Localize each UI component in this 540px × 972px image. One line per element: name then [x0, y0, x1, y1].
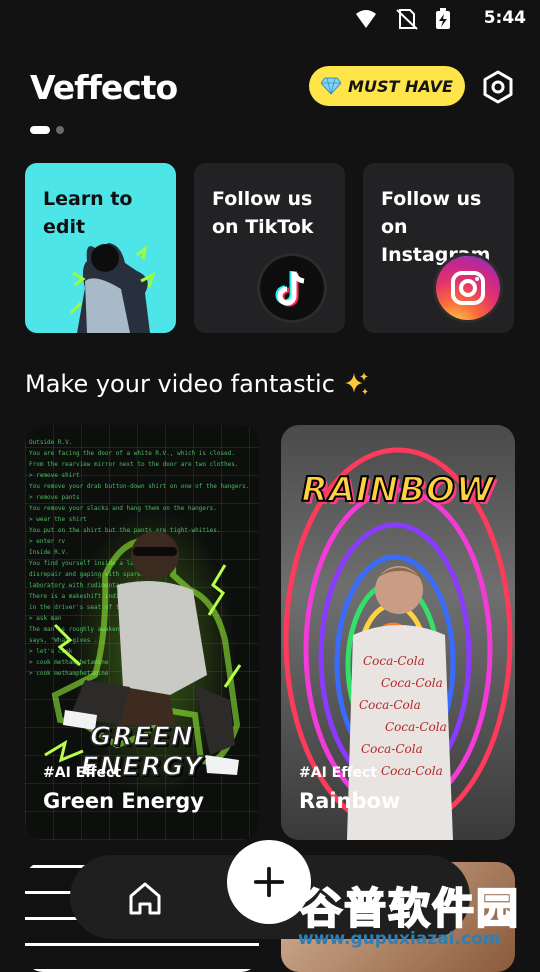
card-label: Follow us on TikTok: [212, 188, 314, 238]
svg-text:Coca-Cola: Coca-Cola: [363, 654, 425, 668]
instagram-icon: [436, 256, 500, 320]
status-bar: 5:44: [0, 0, 540, 36]
effect-card-rainbow[interactable]: Coca-Cola Coca-Cola Coca-Cola Coca-Cola …: [281, 425, 515, 840]
must-have-button[interactable]: MUST HAVE: [309, 66, 465, 106]
diamond-icon: [321, 77, 342, 95]
effect-tag: #AI Effect: [299, 765, 378, 781]
svg-text:Coca-Cola: Coca-Cola: [385, 720, 447, 734]
status-icons: [356, 8, 450, 30]
follow-instagram-card[interactable]: Follow us on Instagram: [363, 163, 514, 333]
home-icon[interactable]: [122, 876, 168, 922]
section-heading: Make your video fantastic: [25, 370, 371, 398]
settings-icon[interactable]: [481, 70, 515, 104]
carousel-dot-active: [30, 126, 50, 134]
must-have-label: MUST HAVE: [348, 76, 453, 96]
effect-name: Rainbow: [299, 789, 401, 813]
artwork-title: RAINBOW: [301, 469, 495, 511]
carousel-indicator: [30, 126, 64, 134]
app-logo: Veffecto: [30, 68, 178, 107]
no-sim-icon: [396, 9, 418, 30]
watermark-url: www.gupuxiazai.com: [298, 929, 501, 949]
section-title: Make your video fantastic: [25, 370, 335, 398]
wifi-icon: [356, 10, 376, 28]
learn-to-edit-card[interactable]: Learn to edit: [25, 163, 176, 333]
plus-icon: [253, 866, 285, 898]
effect-tag: #AI Effect: [43, 765, 122, 781]
effect-name: Green Energy: [43, 789, 204, 813]
clock: 5:44: [483, 8, 526, 28]
carousel-dot: [56, 126, 64, 134]
watermark: 谷普软件园 www.gupuxiazai.com: [296, 873, 540, 960]
learn-illustration: [69, 243, 156, 333]
battery-charging-icon: [436, 8, 450, 29]
svg-text:Coca-Cola: Coca-Cola: [361, 742, 423, 756]
svg-text:Coca-Cola: Coca-Cola: [381, 764, 443, 778]
svg-text:Coca-Cola: Coca-Cola: [359, 698, 421, 712]
tiktok-icon: [260, 256, 324, 320]
follow-tiktok-card[interactable]: Follow us on TikTok: [194, 163, 345, 333]
effect-card-green-energy[interactable]: Outside R.V. You are facing the door of …: [25, 425, 259, 840]
sparkle-icon: [344, 372, 368, 395]
watermark-text: 谷普软件园: [299, 883, 521, 934]
svg-text:Coca-Cola: Coca-Cola: [381, 676, 443, 690]
